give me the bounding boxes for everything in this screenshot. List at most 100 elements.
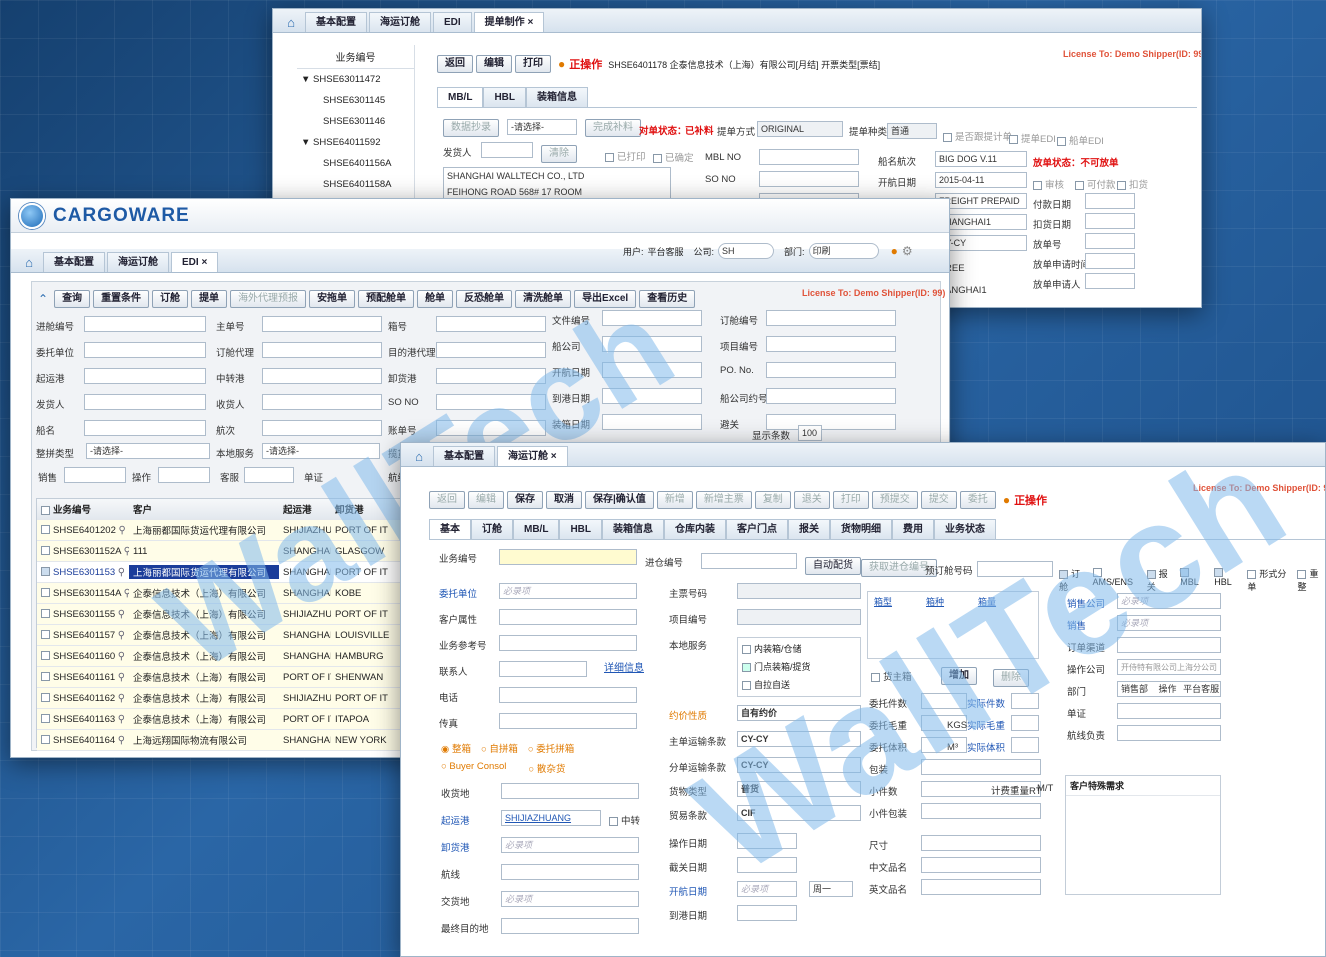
tab-edi[interactable]: EDI × <box>171 252 219 272</box>
filter-input[interactable] <box>766 310 896 326</box>
col-ctn-qty[interactable]: 箱量 <box>978 595 996 608</box>
route-field-input[interactable]: 必录项 <box>501 891 639 907</box>
table-row[interactable]: SHSE6401163 ⚲ 企泰信息技术（上海）有限公司 PORT OF IT ITA… <box>37 709 415 730</box>
toolbar-button[interactable]: 重置条件 <box>93 290 150 308</box>
col-ctn-type[interactable]: 箱型 <box>874 595 892 608</box>
cargo-field-input[interactable] <box>921 693 967 709</box>
client-field-input[interactable] <box>499 687 637 703</box>
toolbar-button[interactable]: 新增主票 <box>695 491 752 509</box>
client-field-input[interactable] <box>499 661 587 677</box>
check-follow[interactable]: 是否跟提计单 <box>943 129 1012 143</box>
date-input[interactable] <box>737 833 797 849</box>
user-avatar-icon[interactable]: ● <box>891 244 898 258</box>
filter-input[interactable] <box>262 316 382 332</box>
radio-buyer-consol[interactable]: ○ Buyer Consol <box>441 761 506 775</box>
toolbar-button[interactable]: 安拖单 <box>309 290 356 308</box>
tree-item[interactable]: SHSE6301145 <box>297 90 414 111</box>
route-field-input[interactable]: SHIJIAZHUANG <box>501 810 601 826</box>
subtab-mbl[interactable]: MB/L <box>437 87 484 107</box>
grid-col-header[interactable]: 卸货港 <box>331 502 391 516</box>
search-icon[interactable]: ⚲ <box>118 672 125 683</box>
release-field-input[interactable] <box>1085 193 1135 209</box>
table-row[interactable]: SHSE6401162 ⚲ 企泰信息技术（上海）有限公司 SHIJIAZHUA POR… <box>37 688 415 709</box>
cargo-field-input[interactable] <box>921 857 1041 873</box>
filter-input[interactable] <box>84 316 206 332</box>
show-count-input[interactable]: 100 <box>798 425 822 441</box>
table-row[interactable]: SHSE6301152A ⚲ 111 SHANGHAI GLASGOW <box>37 541 415 562</box>
service-check[interactable]: 订舱 <box>1059 567 1087 593</box>
toolbar-button[interactable]: 海外代理预报 <box>230 290 307 308</box>
cargo-field-input[interactable] <box>921 737 967 753</box>
toolbar-button[interactable]: 提交 <box>920 491 957 509</box>
grid-col-header[interactable]: 起运港 <box>279 502 331 516</box>
row-id[interactable]: SHSE6401161 ⚲ <box>37 672 129 683</box>
table-row[interactable]: SHSE6301155 ⚲ 企泰信息技术（上海）有限公司 SHIJIAZHUA POR… <box>37 604 415 625</box>
staff-field-input[interactable]: 销售部 操作 平台客服 <box>1117 681 1221 697</box>
row-id[interactable]: SHSE6401160 ⚲ <box>37 651 129 662</box>
staff-field-input[interactable] <box>1117 637 1221 653</box>
toolbar-button[interactable]: 反恐舱单 <box>456 290 513 308</box>
tab-sea[interactable]: 海运订舱 <box>369 12 431 32</box>
filter-input[interactable] <box>602 414 702 430</box>
filter-input[interactable] <box>262 394 382 410</box>
search-icon[interactable]: ⚲ <box>119 525 126 536</box>
entry-no-input[interactable] <box>701 553 797 569</box>
booking-subtab[interactable]: 费用 <box>892 519 935 539</box>
toolbar-button[interactable]: 返回 <box>429 491 465 509</box>
service-input[interactable] <box>244 467 294 483</box>
tree-item[interactable]: SHSE6401156A <box>297 153 414 174</box>
copy-select[interactable]: -请选择- <box>507 119 577 135</box>
filter-input[interactable] <box>84 420 206 436</box>
grid-col-header[interactable]: 业务编号 <box>37 502 129 516</box>
booking-subtab[interactable]: 基本 <box>429 519 471 539</box>
table-row[interactable]: SHSE6401160 ⚲ 企泰信息技术（上海）有限公司 SHANGHAI HAMBU… <box>37 646 415 667</box>
home-icon[interactable]: ⌂ <box>279 12 303 32</box>
service-check[interactable]: AMS/ENS <box>1092 567 1141 593</box>
grid-col-header[interactable]: 客户 <box>129 502 279 516</box>
toolbar-button[interactable]: 查询 <box>54 290 91 308</box>
home-icon[interactable]: ⌂ <box>17 252 41 272</box>
service-check[interactable]: MBL <box>1180 567 1208 593</box>
subtab-hbl[interactable]: HBL <box>483 87 527 107</box>
toolbar-button[interactable]: 订舱 <box>152 290 189 308</box>
release-check[interactable]: 扣货 <box>1117 177 1148 191</box>
filter-input[interactable] <box>602 336 702 352</box>
staff-field-input[interactable]: 必录项 <box>1117 615 1221 631</box>
kind-select[interactable]: 首通 <box>887 123 937 139</box>
row-id[interactable]: SHSE6301154A ⚲ <box>37 588 129 599</box>
row-id[interactable]: SHSE6401164 ⚲ <box>37 735 129 746</box>
booking-select[interactable]: CY-CY <box>737 757 861 773</box>
route-field-input[interactable] <box>501 864 639 880</box>
service-check[interactable]: 报关 <box>1146 567 1175 593</box>
booking-subtab[interactable]: 装箱信息 <box>602 519 665 539</box>
tree-item[interactable]: SHSE6401158A <box>297 174 414 195</box>
tree-item[interactable]: ▼ SHSE64011592 <box>297 132 414 153</box>
row-id[interactable]: SHSE6301155 ⚲ <box>37 609 129 620</box>
radio-agent-lcl[interactable]: ○ 委托拼箱 <box>528 741 574 755</box>
service-self[interactable]: 自拉自送 <box>742 676 856 694</box>
service-check[interactable]: HBL <box>1214 567 1241 593</box>
booking-subtab[interactable]: MB/L <box>513 519 560 539</box>
row-id[interactable]: SHSE6401163 ⚲ <box>37 714 129 725</box>
copy-data-button[interactable]: 数据抄录 <box>443 119 499 137</box>
actual-input[interactable] <box>1011 737 1039 753</box>
shipper-code[interactable] <box>481 142 533 158</box>
filter-input[interactable] <box>602 362 702 378</box>
pre-booking-input[interactable] <box>977 561 1053 577</box>
edit-button[interactable]: 编辑 <box>476 55 512 73</box>
route-field-input[interactable] <box>501 918 639 934</box>
staff-field-input[interactable]: 开侍特有限公司上海分公司 <box>1117 659 1221 675</box>
tab-basic[interactable]: 基本配置 <box>43 252 105 272</box>
collapse-icon[interactable]: ⌃ <box>38 292 48 306</box>
table-row[interactable]: SHSE6301154A ⚲ 企泰信息技术（上海）有限公司 SHANGHAI KOBE <box>37 583 415 604</box>
subtab-packing[interactable]: 装箱信息 <box>526 87 589 107</box>
printed-check[interactable]: 已打印 <box>605 149 646 163</box>
booking-subtab[interactable]: HBL <box>559 519 603 539</box>
client-field-input[interactable] <box>499 713 637 729</box>
service-check[interactable]: 形式分单 <box>1247 567 1291 593</box>
date-input[interactable] <box>737 857 797 873</box>
filter-input[interactable] <box>262 368 382 384</box>
delete-container-button[interactable]: 删除 <box>993 669 1029 687</box>
tab-basic[interactable]: 基本配置 <box>305 12 367 32</box>
staff-field-input[interactable] <box>1117 725 1221 741</box>
